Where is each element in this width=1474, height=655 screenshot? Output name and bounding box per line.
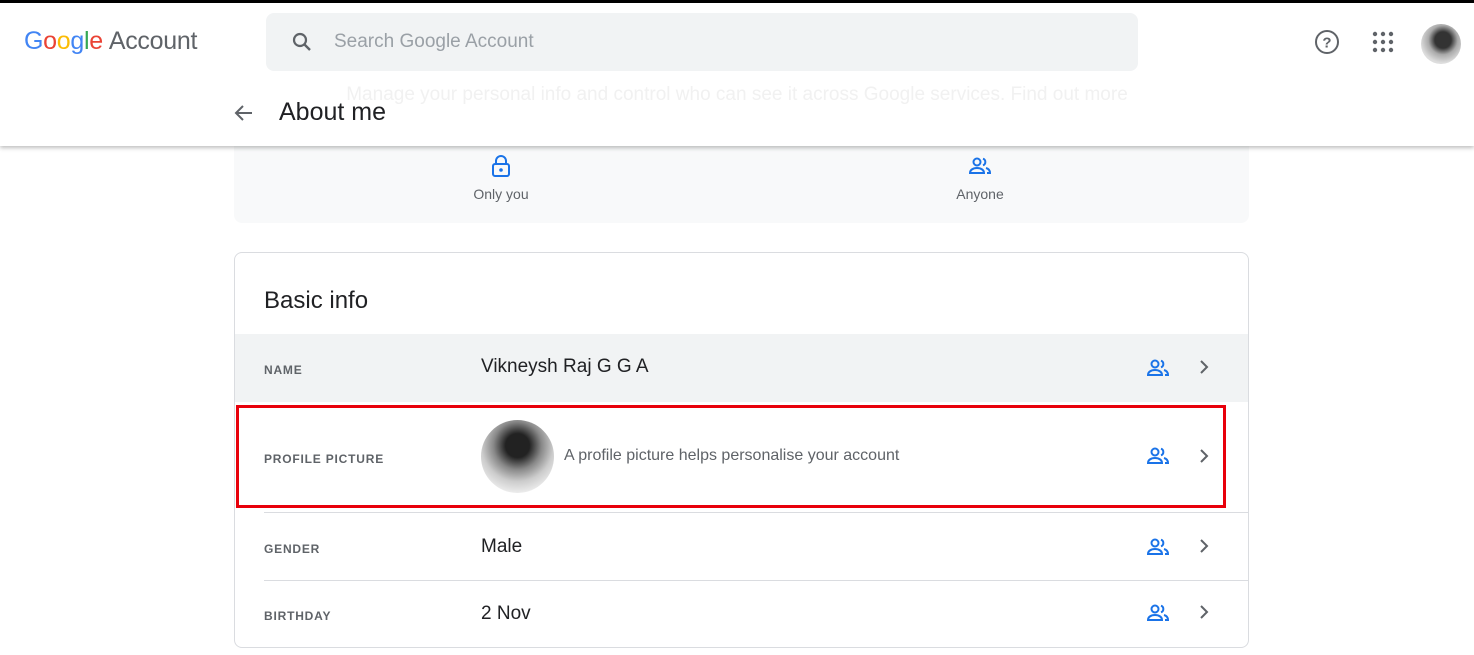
lock-icon bbox=[492, 155, 510, 177]
search-input[interactable] bbox=[334, 13, 1114, 71]
only-you-label: Only you bbox=[473, 186, 529, 202]
visibility-legend: Only you Anyone bbox=[234, 140, 1249, 223]
anyone-label: Anyone bbox=[956, 186, 1004, 202]
name-row[interactable]: NAME Vikneysh Raj G G A bbox=[235, 334, 1248, 402]
chevron-right-icon bbox=[1200, 605, 1209, 619]
people-icon bbox=[1146, 359, 1170, 376]
svg-text:?: ? bbox=[1322, 35, 1331, 52]
gender-row[interactable]: GENDER Male bbox=[235, 513, 1248, 580]
people-icon bbox=[1146, 604, 1170, 621]
people-icon bbox=[1146, 538, 1170, 555]
basic-info-title: Basic info bbox=[264, 287, 369, 314]
search-bar[interactable] bbox=[266, 13, 1138, 71]
search-icon bbox=[292, 32, 311, 51]
chevron-right-icon bbox=[1200, 539, 1209, 553]
chevron-right-icon bbox=[1200, 360, 1209, 374]
help-icon[interactable]: ? bbox=[1313, 28, 1341, 56]
google-account-logo[interactable]: Google Account bbox=[24, 27, 197, 56]
account-avatar[interactable] bbox=[1421, 24, 1461, 64]
apps-grid-icon[interactable] bbox=[1372, 31, 1394, 53]
birthday-row[interactable]: BIRTHDAY 2 Nov bbox=[235, 581, 1248, 647]
app-header: GoogleAccount ? About me bbox=[0, 3, 1474, 146]
page-description: Manage your personal info and control wh… bbox=[346, 84, 1128, 105]
highlight-box bbox=[236, 405, 1226, 508]
people-icon bbox=[968, 157, 992, 174]
